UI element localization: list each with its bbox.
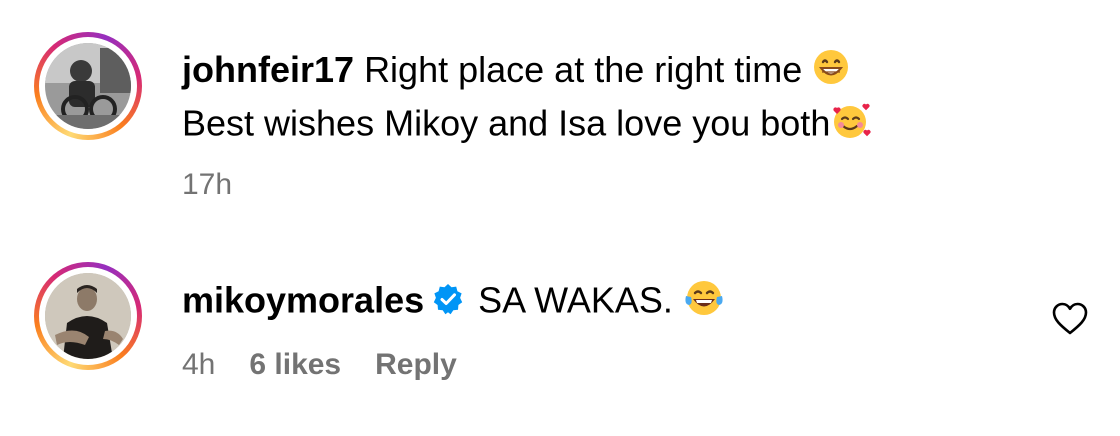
comment-line-2: Best wishes Mikoy and Isa love you both [182, 101, 872, 151]
comment-meta: 4h 6 likes Reply [182, 348, 457, 382]
reply-button[interactable]: Reply [375, 348, 457, 382]
avatar [45, 43, 131, 129]
comment-line-1: mikoymorales SA WAKAS. [182, 278, 725, 328]
comment-johnfeir17: johnfeir17 Right place at the right time… [0, 0, 1120, 230]
comment-mikoymorales: mikoymorales SA WAKAS. 4h 6 likes Reply [0, 230, 1120, 436]
comment-line-1: johnfeir17 Right place at the right time [182, 48, 850, 96]
heart-outline-icon[interactable] [1052, 302, 1088, 336]
avatar [45, 273, 131, 359]
comment-meta: 17h [182, 168, 232, 202]
timestamp[interactable]: 4h [182, 348, 215, 382]
verified-badge-icon [432, 281, 464, 325]
likes-count[interactable]: 6 likes [249, 348, 341, 382]
username[interactable]: johnfeir17 [182, 49, 354, 90]
avatar-story-ring[interactable] [34, 32, 142, 140]
smiling-face-with-hearts-emoji [830, 101, 872, 151]
face-with-tears-of-joy-emoji [683, 278, 725, 328]
comment-text: Best wishes Mikoy and Isa love you both [182, 102, 831, 144]
username[interactable]: mikoymorales [182, 280, 424, 321]
comment-text: Right place at the right time [364, 49, 803, 90]
comment-text: SA WAKAS. [478, 279, 673, 321]
timestamp[interactable]: 17h [182, 168, 232, 202]
grinning-face-emoji [812, 48, 850, 96]
avatar-story-ring[interactable] [34, 262, 142, 370]
